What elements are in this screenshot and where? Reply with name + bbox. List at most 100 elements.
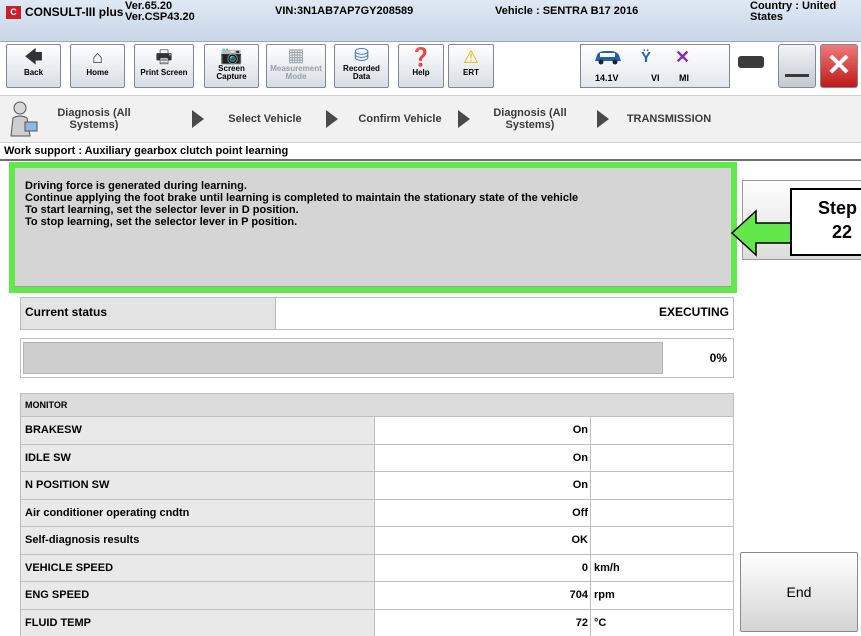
- home-icon: ⌂: [92, 47, 103, 67]
- crumb-diagnosis-all-systems-2[interactable]: Diagnosis (All Systems): [480, 107, 580, 131]
- back-arrow-icon: 🡄: [24, 47, 43, 67]
- crumb-diagnosis-all-systems[interactable]: Diagnosis (All Systems): [44, 107, 144, 131]
- measurement-mode-button[interactable]: ▦ Measurement Mode: [266, 44, 326, 88]
- instruction-line: To stop learning, set the selector lever…: [25, 216, 298, 228]
- consult-window: C CONSULT-III plus Ver.65.20 Ver.CSP43.2…: [0, 0, 861, 636]
- country-label: Country : United States: [750, 1, 836, 23]
- progress-bar: [23, 342, 663, 374]
- crumb-diagnosis2-line-1: Diagnosis (All: [493, 107, 567, 119]
- mi-x-icon: ✕: [675, 47, 691, 67]
- consult-logo-icon: C: [6, 6, 21, 19]
- title-bar: C CONSULT-III plus Ver.65.20 Ver.CSP43.2…: [0, 0, 861, 42]
- app-name: CONSULT-III plus: [25, 5, 124, 19]
- instruction-text: Driving force is generated during learni…: [25, 180, 578, 228]
- ert-label: ERT: [463, 68, 479, 77]
- home-button[interactable]: ⌂ Home: [70, 44, 125, 88]
- monitor-item-name: IDLE SW: [21, 444, 375, 471]
- monitor-table: MONITOR BRAKESW On IDLE SW On N POSITION…: [20, 393, 734, 636]
- vi-label: VI: [651, 73, 660, 83]
- printer-icon: 🖶: [155, 47, 173, 67]
- close-icon: ✕: [826, 49, 852, 82]
- instruction-line: Driving force is generated during learni…: [25, 180, 247, 192]
- monitor-item-value: 704: [376, 582, 591, 609]
- table-row: N POSITION SW On: [20, 472, 734, 500]
- crumb-arrow-icon: [192, 110, 204, 128]
- table-row: VEHICLE SPEED 0 km/h: [20, 554, 734, 582]
- table-row: ENG SPEED 704 rpm: [20, 582, 734, 610]
- minimize-button[interactable]: [778, 44, 816, 88]
- recorded-data-button[interactable]: ⛁ Recorded Data: [334, 44, 389, 88]
- monitor-item-unit: km/h: [594, 561, 620, 574]
- version-info: Ver.65.20 Ver.CSP43.20: [125, 1, 195, 23]
- step-label: Step: [818, 198, 858, 218]
- measurement-icon: ▦: [287, 45, 305, 65]
- crumb-diagnosis-line-2: Systems): [69, 119, 119, 131]
- screen-capture-label-2: Capture: [216, 72, 247, 81]
- table-row: Air conditioner operating cndtn Off: [20, 499, 734, 527]
- help-button[interactable]: ❓ Help: [398, 44, 444, 88]
- crumb-diagnosis2-line-2: Systems): [505, 119, 555, 131]
- page-title: Work support : Auxiliary gearbox clutch …: [4, 145, 289, 157]
- step-number: 22: [832, 222, 853, 242]
- current-status-row: Current status EXECUTING: [20, 297, 734, 330]
- version-line-2: Ver.CSP43.20: [125, 11, 195, 23]
- home-label: Home: [86, 68, 109, 77]
- callout-arrow-icon: [730, 209, 793, 257]
- table-row: IDLE SW On: [20, 444, 734, 472]
- table-row: FLUID TEMP 72 °C: [20, 609, 734, 636]
- country-line-2: States: [750, 11, 784, 23]
- connection-status: Ÿ ✕ 14.1V VI MI: [580, 44, 730, 88]
- signal-icon: Ÿ: [641, 49, 652, 66]
- title-divider: [0, 159, 861, 161]
- step-callout: Step 22: [790, 188, 861, 256]
- progress-percent: 0%: [709, 351, 727, 365]
- monitor-item-unit: rpm: [594, 589, 615, 601]
- screen-capture-button[interactable]: 📷 Screen Capture: [204, 44, 259, 88]
- back-label: Back: [23, 68, 44, 77]
- breadcrumb: Diagnosis (All Systems) Select Vehicle C…: [0, 95, 861, 143]
- ert-button[interactable]: ⚠ ERT: [448, 44, 494, 88]
- progress-row: 0%: [20, 338, 734, 378]
- print-screen-button[interactable]: 🖶 Print Screen: [134, 44, 194, 88]
- monitor-item-unit: °C: [594, 616, 607, 629]
- crumb-arrow-icon: [326, 110, 338, 128]
- print-screen-label: Print Screen: [140, 68, 188, 77]
- end-button[interactable]: End: [740, 552, 858, 632]
- recorded-data-icon: ⛁: [353, 45, 370, 65]
- crumb-transmission[interactable]: TRANSMISSION: [614, 113, 724, 125]
- monitor-item-value: On: [376, 444, 591, 471]
- car-icon: [595, 51, 621, 65]
- mi-label: MI: [679, 73, 689, 83]
- crumb-arrow-icon: [597, 110, 609, 128]
- vehicle-label: Vehicle : SENTRA B17 2016: [495, 5, 639, 17]
- crumb-confirm-vehicle[interactable]: Confirm Vehicle: [344, 113, 456, 125]
- crumb-select-vehicle[interactable]: Select Vehicle: [210, 113, 320, 125]
- recorded-data-label-2: Data: [352, 72, 371, 81]
- monitor-item-name: FLUID TEMP: [21, 609, 375, 636]
- warning-icon: ⚠: [462, 47, 480, 67]
- help-label: Help: [412, 68, 430, 77]
- monitor-item-name: ENG SPEED: [21, 582, 375, 609]
- current-status-value: EXECUTING: [658, 305, 729, 319]
- table-row: BRAKESW On: [20, 417, 734, 445]
- voltage-label: 14.1V: [595, 73, 619, 83]
- crumb-arrow-icon: [458, 110, 470, 128]
- back-button[interactable]: 🡄 Back: [6, 44, 61, 88]
- monitor-header: MONITOR: [20, 393, 734, 417]
- crumb-diagnosis-line-1: Diagnosis (All: [57, 107, 131, 119]
- toolbar: 🡄 Back ⌂ Home 🖶 Print Screen 📷 Screen Ca…: [0, 42, 861, 92]
- monitor-item-value: 72: [376, 609, 591, 636]
- instruction-line: To start learning, set the selector leve…: [25, 204, 299, 216]
- vin-label: VIN:3N1AB7AP7GY208589: [275, 5, 414, 17]
- monitor-item-name: BRAKESW: [21, 417, 375, 444]
- help-icon: ❓: [409, 47, 433, 67]
- monitor-item-value: Off: [376, 499, 591, 526]
- monitor-item-name: N POSITION SW: [21, 472, 375, 499]
- monitor-item-name: Air conditioner operating cndtn: [21, 499, 375, 526]
- monitor-item-value: On: [376, 417, 591, 444]
- monitor-item-value: OK: [376, 527, 591, 554]
- current-status-label: Current status: [21, 298, 276, 329]
- instruction-line: Continue applying the foot brake until l…: [25, 192, 579, 204]
- technician-icon: [10, 101, 38, 137]
- close-button[interactable]: ✕: [820, 44, 858, 88]
